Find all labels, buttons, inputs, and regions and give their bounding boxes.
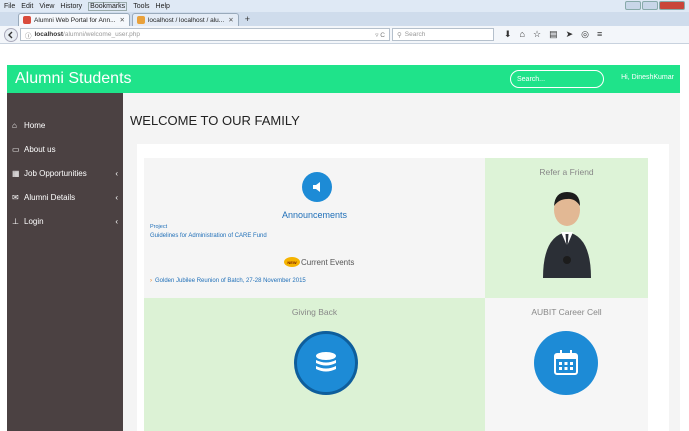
address-bar[interactable]: ⓘ localhost /alumni/welcome_user.php ▿ C <box>20 28 390 41</box>
tab-localhost[interactable]: localhost / localhost / alu... ✕ <box>131 13 239 26</box>
sidebar-item-label: Home <box>24 120 46 130</box>
event-link[interactable]: › Golden Jubilee Reunion of Batch, 27-28 … <box>150 278 306 284</box>
sidebar-item-label: Login <box>24 216 44 226</box>
announcements-title[interactable]: Announcements <box>144 210 485 220</box>
home-icon[interactable]: ⌂ <box>520 29 525 40</box>
browser-menubar: File Edit View History Bookmarks Tools H… <box>0 0 689 12</box>
menu-edit[interactable]: Edit <box>21 3 33 10</box>
tab-bar: Alumni Web Portal for Ann... ✕ localhost… <box>0 12 689 26</box>
bookmarks-icon[interactable]: ▤ <box>549 29 558 40</box>
refer-friend-title: Refer a Friend <box>539 167 594 177</box>
home-icon: ⌂ <box>12 120 17 130</box>
sidebar-item-about[interactable]: ▭ About us <box>7 137 123 161</box>
table-icon: ▦ <box>12 168 20 178</box>
sidebar-item-alumni-details[interactable]: ✉ Alumni Details ‹ <box>7 185 123 209</box>
window-controls <box>625 1 685 10</box>
menu-file[interactable]: File <box>4 3 15 10</box>
minimize-button[interactable] <box>625 1 641 10</box>
bullet-icon: › <box>150 278 152 284</box>
chevron-left-icon: ‹ <box>115 168 118 178</box>
businessman-avatar-icon <box>543 192 591 278</box>
sidebar-item-home[interactable]: ⌂ Home <box>7 113 123 137</box>
maximize-button[interactable] <box>642 1 658 10</box>
sidebar: ⌂ Home ▭ About us ▦ Job Opportunities ‹ … <box>7 93 123 431</box>
page-title: WELCOME TO OUR FAMILY <box>130 113 300 128</box>
main-content: WELCOME TO OUR FAMILY Announcements Proj… <box>123 93 680 431</box>
menu-hamburger-icon[interactable]: ≡ <box>597 29 602 40</box>
giving-back-section[interactable]: Giving Back <box>144 298 485 431</box>
sidebar-item-label: Alumni Details <box>24 192 76 202</box>
envelope-icon: ✉ <box>12 192 19 202</box>
chevron-left-icon: ‹ <box>115 216 118 226</box>
menu-help[interactable]: Help <box>156 3 170 10</box>
search-placeholder: Search <box>404 31 426 38</box>
tab-label: localhost / localhost / alu... <box>147 16 225 24</box>
back-button[interactable] <box>4 27 18 42</box>
close-window-button[interactable] <box>659 1 685 10</box>
sidebar-item-label: About us <box>24 144 56 154</box>
tab-alumni-portal[interactable]: Alumni Web Portal for Ann... ✕ <box>18 13 130 26</box>
chevron-left-icon: ‹ <box>115 192 118 202</box>
project-link[interactable]: Guidelines for Administration of CARE Fu… <box>150 233 267 239</box>
giving-back-title: Giving Back <box>291 307 338 317</box>
pocket-icon[interactable]: ➤ <box>566 29 574 40</box>
close-tab-icon[interactable]: ✕ <box>228 16 233 24</box>
url-host: localhost <box>34 31 64 38</box>
current-events-heading: NEW Current Events <box>284 257 354 267</box>
app-header: Alumni Students Search... Hi, DineshKuma… <box>7 65 680 93</box>
arrow-left-icon <box>8 31 13 38</box>
download-icon[interactable]: ⬇ <box>504 29 512 40</box>
extension-icon[interactable]: ◎ <box>581 29 589 40</box>
user-greeting[interactable]: Hi, DineshKumar <box>621 74 674 81</box>
url-path: /alumni/welcome_user.php <box>63 31 141 38</box>
close-tab-icon[interactable]: ✕ <box>120 16 125 24</box>
star-icon[interactable]: ☆ <box>533 29 541 40</box>
current-events-title: Current Events <box>301 257 355 267</box>
announcements-section: Announcements Project Guidelines for Adm… <box>144 158 485 298</box>
monitor-icon: ▭ <box>12 144 20 154</box>
menu-tools[interactable]: Tools <box>133 3 149 10</box>
new-badge-icon: NEW <box>284 257 300 267</box>
sitemap-icon: ⊥ <box>12 216 19 226</box>
phpmyadmin-favicon-icon <box>136 16 145 24</box>
app-search-input[interactable]: Search... <box>510 70 604 88</box>
event-link-text: Golden Jubilee Reunion of Batch, 27-28 N… <box>155 278 306 284</box>
site-favicon-icon <box>23 16 31 24</box>
coins-icon <box>294 331 358 395</box>
search-icon: ⚲ <box>397 31 402 39</box>
calendar-icon <box>534 331 598 395</box>
app-title[interactable]: Alumni Students <box>15 70 132 88</box>
career-cell-title: AUBIT Career Cell <box>531 307 602 317</box>
tab-label: Alumni Web Portal for Ann... <box>34 16 116 24</box>
menu-history[interactable]: History <box>60 3 82 10</box>
megaphone-icon[interactable] <box>302 172 332 202</box>
sidebar-item-jobs[interactable]: ▦ Job Opportunities ‹ <box>7 161 123 185</box>
career-cell-section[interactable]: AUBIT Career Cell <box>485 298 648 431</box>
menu-view[interactable]: View <box>39 3 54 10</box>
browser-search-input[interactable]: ⚲ Search <box>392 28 494 41</box>
sidebar-item-login[interactable]: ⊥ Login ‹ <box>7 209 123 233</box>
menu-bookmarks[interactable]: Bookmarks <box>88 1 128 11</box>
browser-navbar: ⓘ localhost /alumni/welcome_user.php ▿ C… <box>0 26 689 44</box>
refer-friend-section[interactable]: Refer a Friend <box>485 158 648 298</box>
browser-toolbar: ⬇ ⌂ ☆ ▤ ➤ ◎ ≡ <box>504 29 602 40</box>
sidebar-item-label: Job Opportunities <box>24 168 87 178</box>
reload-icon[interactable]: ▿ C <box>375 31 385 39</box>
new-tab-button[interactable]: + <box>245 14 250 24</box>
info-icon: ⓘ <box>25 32 32 40</box>
dashboard-panel: Announcements Project Guidelines for Adm… <box>137 144 669 431</box>
project-label: Project <box>150 224 168 230</box>
